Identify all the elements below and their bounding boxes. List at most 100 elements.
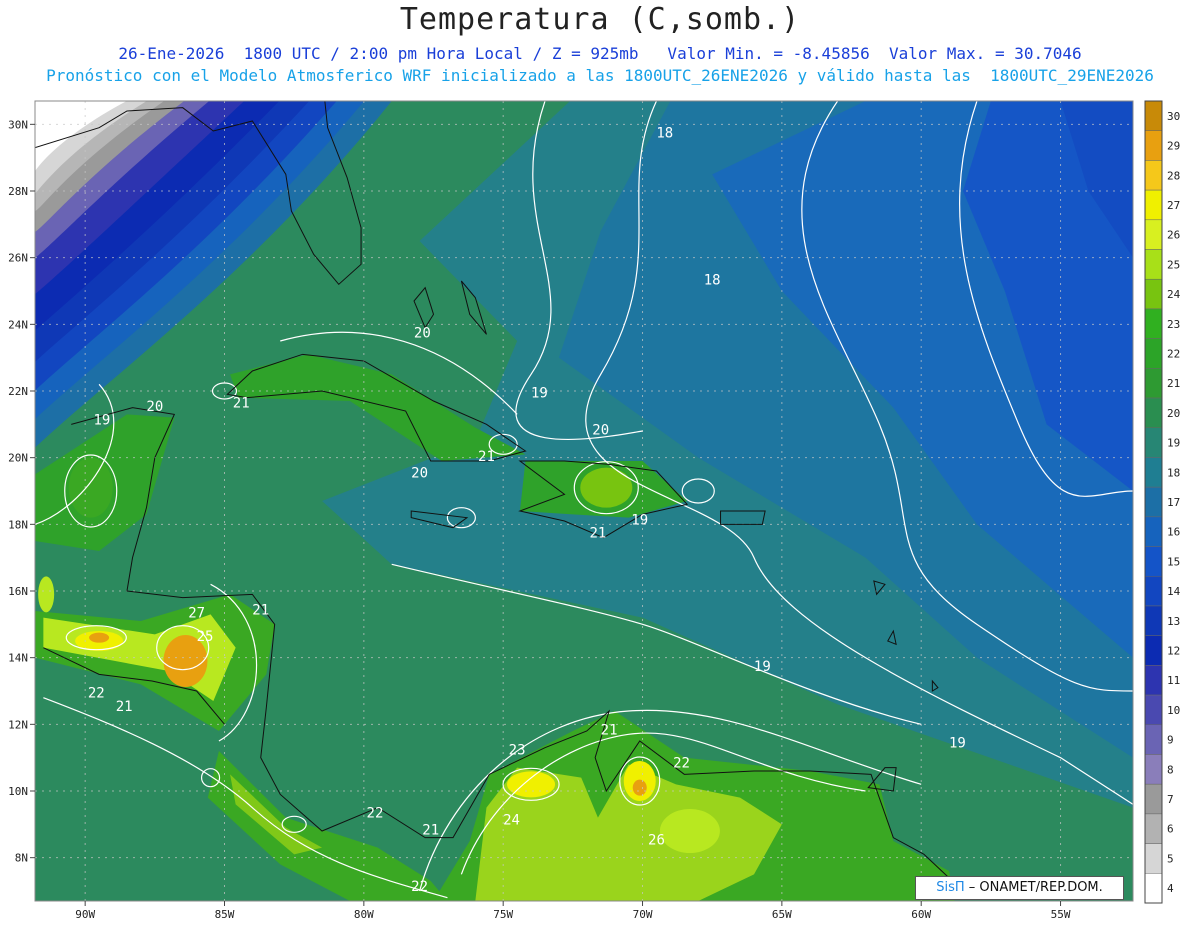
contour-label: 19 (949, 736, 966, 752)
colorbar-swatch (1144, 219, 1163, 250)
colorbar-label: 15 (1167, 555, 1180, 568)
colorbar-swatch (1144, 783, 1163, 815)
colorbar-label: 7 (1167, 793, 1174, 806)
colorbar-swatch (1144, 427, 1163, 458)
lon-label: 55W (1051, 908, 1071, 921)
lat-label: 8N (15, 852, 28, 865)
colorbar-swatch (1144, 486, 1163, 518)
contour-label: 21 (116, 699, 133, 715)
contour-label: 22 (88, 686, 105, 702)
contour-label: 19 (754, 659, 771, 675)
hot-spot-3 (89, 632, 110, 643)
colorbar-label: 29 (1167, 140, 1180, 153)
colorbar-swatch (1144, 546, 1163, 577)
contour-label: 20 (411, 466, 428, 482)
map-subtitle: 26-Ene-2026 1800 UTC / 2:00 pm Hora Loca… (118, 44, 1082, 63)
contour-label: 20 (414, 326, 431, 342)
colorbar-swatch (1144, 843, 1163, 874)
colorbar-label: 17 (1167, 496, 1180, 509)
colorbar-label: 23 (1167, 318, 1180, 331)
contour-label: 18 (704, 272, 721, 288)
contour-label: 19 (631, 512, 648, 528)
lat-label: 30N (8, 118, 28, 131)
colorbar-swatch (1144, 754, 1163, 785)
contour-label: 27 (188, 606, 205, 622)
contour-label: 21 (422, 822, 439, 838)
colorbar-label: 27 (1167, 199, 1180, 212)
colorbar-label: 14 (1167, 585, 1181, 598)
colorbar-label: 9 (1167, 734, 1174, 747)
colorbar-swatch (1144, 605, 1163, 636)
lat-label: 26N (8, 252, 28, 265)
colorbar-label: 28 (1167, 169, 1180, 182)
colorbar-swatch (1144, 100, 1163, 131)
lon-label: 70W (633, 908, 653, 921)
lon-label: 85W (215, 908, 235, 921)
colorbar-swatch (1144, 813, 1163, 844)
lat-label: 14N (8, 652, 28, 665)
credit-box: SisΠ – ONAMET/REP.DOM. (915, 876, 1124, 900)
colorbar-label: 16 (1167, 526, 1180, 539)
colorbar-label: 20 (1167, 407, 1180, 420)
map-field: 18 18 20 19 20 20 21 19 21 20 19 21 21 27 25 19 22 21 21 23… (35, 101, 1133, 901)
map-description: Pronóstico con el Modelo Atmosferico WRF… (46, 66, 1154, 85)
lat-label: 16N (8, 585, 28, 598)
contour-label: 18 (656, 126, 673, 142)
warm-hispaniola (580, 467, 633, 508)
contour-label: 24 (503, 812, 520, 828)
colorbar-swatch (1144, 516, 1163, 547)
colorbar-label: 26 (1167, 229, 1180, 242)
colorbar-swatch (1144, 724, 1163, 755)
colorbar-swatch (1144, 249, 1163, 280)
colorbar-label: 22 (1167, 347, 1180, 360)
warm-spot-7 (659, 809, 720, 853)
credit-brand: SisΠ (936, 880, 965, 895)
contour-label: 19 (93, 412, 110, 428)
colorbar-label: 12 (1167, 645, 1180, 658)
colorbar-swatch (1144, 694, 1163, 726)
lon-label: 90W (75, 908, 95, 921)
colorbar-label: 24 (1167, 288, 1181, 301)
contour-label: 20 (146, 399, 163, 415)
lat-label: 22N (8, 385, 28, 398)
lat-label: 12N (8, 718, 28, 731)
lon-label: 80W (354, 908, 374, 921)
colorbar-swatch (1144, 278, 1163, 310)
colorbar-label: 21 (1167, 377, 1180, 390)
colorbar-swatch (1144, 338, 1163, 369)
colorbar-swatch (1144, 160, 1163, 191)
contour-label: 21 (478, 449, 495, 465)
colorbar-swatch (1144, 308, 1163, 339)
contour-label: 20 (592, 422, 609, 438)
contour-label: 22 (673, 756, 690, 772)
contour-label: 25 (197, 629, 214, 645)
lat-label: 10N (8, 785, 28, 798)
lat-label: 24N (8, 318, 28, 331)
colorbar-label: 19 (1167, 437, 1180, 450)
credit-org: – ONAMET/REP.DOM. (968, 880, 1103, 895)
map-title: Temperatura (C,somb.) (399, 2, 801, 37)
lat-label: 28N (8, 185, 28, 198)
colorbar-label: 5 (1167, 852, 1174, 865)
colorbar-label: 8 (1167, 763, 1174, 776)
warm-yucatan (68, 457, 113, 518)
colorbar-label: 4 (1167, 882, 1174, 895)
colorbar-swatch (1144, 873, 1163, 904)
contour-label: 19 (531, 386, 548, 402)
colorbar-label: 10 (1167, 704, 1180, 717)
contour-label: 22 (367, 806, 384, 822)
colorbar-label: 6 (1167, 823, 1174, 836)
lon-label: 75W (493, 908, 513, 921)
lon-label: 60W (911, 908, 931, 921)
colorbar-swatch (1144, 397, 1163, 428)
contour-label: 21 (233, 396, 250, 412)
contour-label: 22 (411, 879, 428, 895)
colorbar-swatch (1144, 576, 1163, 607)
colorbar-label: 11 (1167, 674, 1180, 687)
contour-label: 26 (648, 832, 665, 848)
colorbar: 30 29 28 27 26 25 24 23 22 21 20 19 18 17 16 15 14 13 12 11… (1144, 100, 1181, 904)
lat-label: 18N (8, 518, 28, 531)
contour-label: 21 (590, 526, 607, 542)
contour-label: 21 (601, 722, 618, 738)
contour-label: 23 (509, 742, 526, 758)
